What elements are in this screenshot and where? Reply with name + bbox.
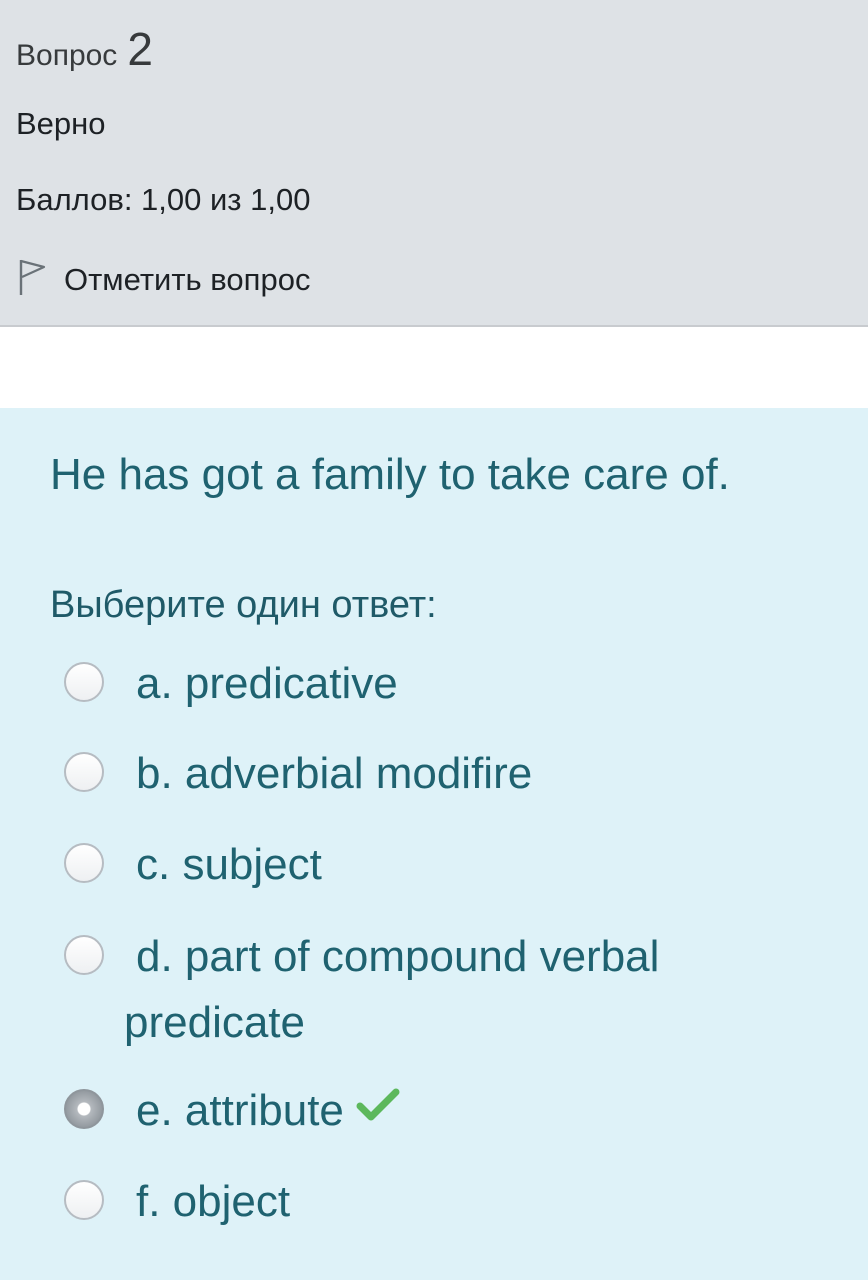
flag-icon: [18, 258, 48, 301]
question-state: Верно: [16, 106, 106, 141]
radio-button-f[interactable]: [64, 1180, 104, 1220]
radio-button-c[interactable]: [64, 843, 104, 883]
radio-button-b[interactable]: [64, 752, 104, 792]
check-icon: [356, 1076, 400, 1142]
answer-option-b[interactable]: b. adverbial modifire: [64, 741, 824, 807]
radio-button-e[interactable]: [64, 1089, 104, 1129]
radio-button-d[interactable]: [64, 935, 104, 975]
flag-question-label: Отметить вопрос: [64, 261, 311, 297]
question-info-panel: Вопрос 2 Верно Баллов: 1,00 из 1,00 Отмет…: [0, 0, 868, 327]
answer-label-d-line2: predicate: [124, 998, 306, 1047]
answer-option-a[interactable]: a. predicative: [64, 651, 824, 717]
question-number: 2: [127, 23, 153, 75]
answer-label-d[interactable]: d. part of compound verbal predicate: [64, 924, 824, 1056]
answer-label-b[interactable]: b. adverbial modifire: [64, 741, 824, 807]
answer-label-e: e. attribute: [136, 1086, 344, 1135]
answer-label-e-wrap[interactable]: e. attribute: [64, 1078, 824, 1144]
question-title: Вопрос 2: [16, 22, 153, 76]
answer-option-f[interactable]: f. object: [64, 1169, 824, 1235]
answer-option-c[interactable]: c. subject: [64, 832, 824, 898]
answer-label-d-line1: d. part of compound verbal: [136, 932, 660, 981]
answer-label-c[interactable]: c. subject: [64, 832, 824, 898]
flag-question-link[interactable]: Отметить вопрос: [18, 258, 310, 301]
answer-prompt: Выберите один ответ:: [50, 584, 437, 626]
question-word: Вопрос: [16, 39, 118, 72]
question-text: He has got a family to take care of.: [50, 450, 730, 499]
answer-label-a[interactable]: a. predicative: [64, 651, 824, 717]
question-content: He has got a family to take care of. Выб…: [0, 408, 868, 1280]
answer-label-f[interactable]: f. object: [64, 1169, 824, 1235]
answer-option-e[interactable]: e. attribute: [64, 1078, 824, 1144]
question-grade: Баллов: 1,00 из 1,00: [16, 182, 311, 217]
radio-button-a[interactable]: [64, 662, 104, 702]
answer-option-d[interactable]: d. part of compound verbal predicate: [64, 924, 824, 1056]
